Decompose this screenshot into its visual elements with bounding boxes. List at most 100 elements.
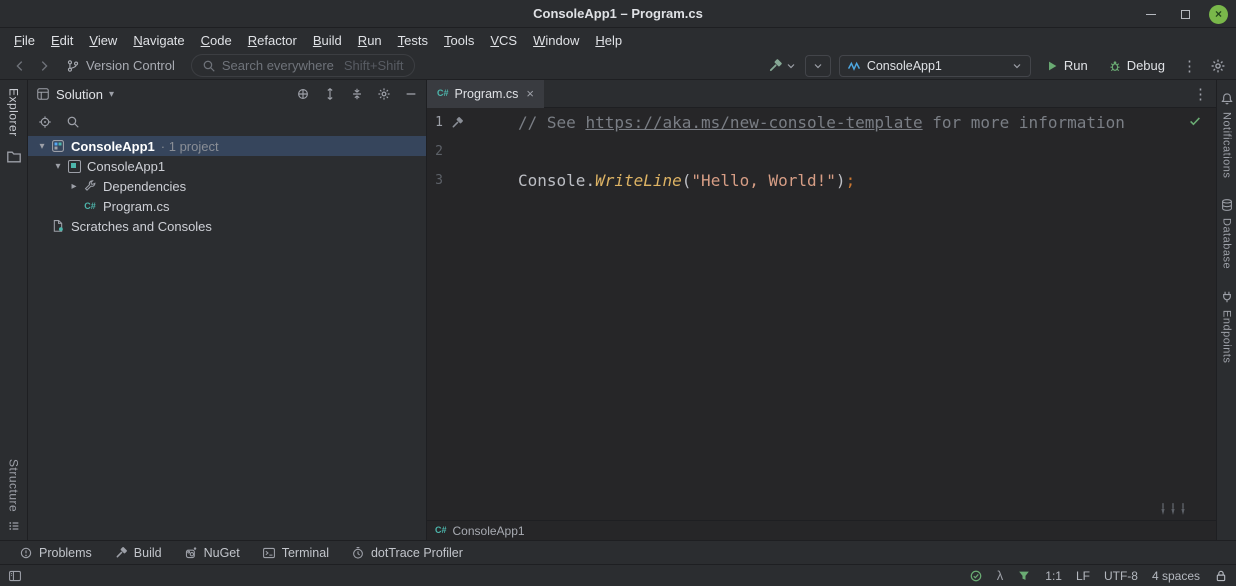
menu-tests[interactable]: Tests — [390, 31, 436, 50]
comment-link[interactable]: https://aka.ms/new-console-template — [585, 113, 922, 132]
menu-window[interactable]: Window — [525, 31, 587, 50]
line-separator[interactable]: LF — [1076, 569, 1090, 583]
editor-tabbar: C# Program.cs × ⋮ — [427, 80, 1216, 108]
caret-position[interactable]: 1:1 — [1045, 569, 1062, 583]
back-button[interactable] — [8, 54, 32, 78]
menu-vcs[interactable]: VCS — [482, 31, 525, 50]
window-controls: × — [1141, 0, 1228, 28]
menu-view[interactable]: View — [81, 31, 125, 50]
indent-style[interactable]: 4 spaces — [1152, 569, 1200, 583]
run-button[interactable]: Run — [1039, 56, 1094, 75]
breadcrumb-item[interactable]: ConsoleApp1 — [453, 524, 525, 538]
explorer-header: Solution ▾ — [28, 80, 426, 108]
tree-item-project[interactable]: ▾ ConsoleApp1 — [28, 156, 426, 176]
tree-item-label: Program.cs — [103, 199, 169, 214]
tree-item-scratches[interactable]: Scratches and Consoles — [28, 216, 426, 236]
tool-button-dottrace[interactable]: dotTrace Profiler — [342, 544, 472, 562]
problems-icon — [19, 546, 33, 560]
lock-icon[interactable] — [1214, 569, 1228, 583]
chevron-down-icon: ▾ — [109, 89, 114, 100]
layout-button[interactable] — [8, 569, 22, 583]
gear-icon[interactable] — [377, 87, 391, 101]
funnel-icon[interactable] — [1017, 569, 1031, 583]
select-opened-file-icon[interactable] — [38, 115, 52, 129]
search-everywhere[interactable]: Search everywhere Shift+Shift — [191, 54, 415, 77]
list-icon[interactable] — [8, 520, 20, 532]
build-button[interactable] — [767, 58, 797, 74]
tool-stripe-endpoints[interactable]: Endpoints — [1220, 290, 1234, 363]
wrench-icon — [82, 178, 98, 194]
close-button[interactable]: × — [1209, 5, 1228, 24]
tool-stripe-database[interactable]: Database — [1220, 198, 1234, 269]
menu-run[interactable]: Run — [350, 31, 390, 50]
chevron-down-icon[interactable] — [785, 60, 797, 72]
tool-stripe-notifications[interactable]: Notifications — [1220, 92, 1234, 178]
tab-program-cs[interactable]: C# Program.cs × — [427, 80, 544, 108]
folder-icon[interactable] — [6, 149, 22, 165]
inspections-ok-icon[interactable] — [969, 569, 983, 583]
more-actions-button[interactable]: ⋮ — [1179, 57, 1200, 75]
stripe-label: Notifications — [1221, 112, 1233, 178]
menu-navigate[interactable]: Navigate — [125, 31, 192, 50]
chevron-down-icon — [1011, 60, 1023, 72]
chevron-down-icon[interactable]: ▾ — [50, 161, 66, 172]
semicolon: ; — [846, 171, 856, 190]
hide-panel-icon[interactable] — [404, 87, 418, 101]
tool-stripe-structure[interactable]: Structure — [7, 459, 21, 512]
arrow-left-icon — [13, 59, 27, 73]
explorer-header-icons — [296, 87, 418, 101]
tool-stripe-explorer[interactable]: Explorer — [7, 88, 21, 137]
menu-code[interactable]: Code — [193, 31, 240, 50]
tool-button-nuget[interactable]: NuGet — [175, 544, 249, 562]
tree-item-dependencies[interactable]: ▸ Dependencies — [28, 176, 426, 196]
project-tree: ▾ ConsoleApp1 · 1 project ▾ ConsoleApp1 … — [28, 136, 426, 540]
collapse-all-icon[interactable] — [350, 87, 364, 101]
menu-edit[interactable]: Edit — [43, 31, 81, 50]
tool-button-problems[interactable]: Problems — [10, 544, 101, 562]
settings-button[interactable] — [1208, 58, 1228, 74]
locate-icon[interactable] — [296, 87, 310, 101]
file-encoding[interactable]: UTF-8 — [1104, 569, 1138, 583]
menu-refactor[interactable]: Refactor — [240, 31, 305, 50]
run-configuration-selector[interactable]: ConsoleApp1 — [839, 55, 1031, 77]
bottom-tool-bar: Problems Build NuGet Terminal dotTrace P… — [0, 540, 1236, 564]
arrow-right-icon — [37, 59, 51, 73]
inspection-check-icon[interactable] — [1188, 114, 1202, 128]
expand-all-icon[interactable] — [323, 87, 337, 101]
run-widget-dropdown[interactable] — [805, 55, 831, 77]
plug-icon — [1220, 290, 1234, 304]
tool-button-build[interactable]: Build — [105, 544, 171, 562]
tool-button-label: dotTrace Profiler — [371, 546, 463, 560]
version-control-widget[interactable]: Version Control — [66, 58, 175, 73]
csharp-file-icon: C# — [82, 198, 98, 214]
minimize-button[interactable] — [1141, 4, 1161, 24]
forward-button[interactable] — [32, 54, 56, 78]
maximize-button[interactable] — [1175, 4, 1195, 24]
branch-icon — [66, 59, 80, 73]
tree-item-solution[interactable]: ▾ ConsoleApp1 · 1 project — [28, 136, 426, 156]
hammer-icon[interactable] — [450, 116, 464, 130]
view-selector[interactable]: Solution ▾ — [36, 87, 114, 102]
editor-content[interactable]: 1 // See https://aka.ms/new-console-temp… — [427, 108, 1216, 520]
debug-button[interactable]: Debug — [1102, 56, 1171, 75]
csharp-file-icon: C# — [437, 89, 449, 98]
lambda-icon[interactable]: λ — [997, 568, 1004, 583]
chevron-down-icon[interactable]: ▾ — [34, 141, 50, 152]
menu-build[interactable]: Build — [305, 31, 350, 50]
tool-button-label: Terminal — [282, 546, 329, 560]
tab-options-button[interactable]: ⋮ — [1193, 85, 1208, 103]
close-tab-icon[interactable]: × — [526, 86, 534, 101]
menu-file[interactable]: File — [6, 31, 43, 50]
menu-tools[interactable]: Tools — [436, 31, 482, 50]
menu-help[interactable]: Help — [587, 31, 630, 50]
csharp-project-icon — [66, 158, 82, 174]
left-tool-stripe: Explorer Structure — [0, 80, 28, 540]
minimize-icon — [1146, 14, 1156, 15]
package-icon — [184, 546, 198, 560]
search-icon[interactable] — [66, 115, 80, 129]
chevron-right-icon[interactable]: ▸ — [66, 181, 82, 192]
search-placeholder: Search everywhere — [222, 58, 334, 73]
tree-item-label: ConsoleApp1 — [71, 139, 155, 154]
tree-item-program-cs[interactable]: C# Program.cs — [28, 196, 426, 216]
tool-button-terminal[interactable]: Terminal — [253, 544, 338, 562]
